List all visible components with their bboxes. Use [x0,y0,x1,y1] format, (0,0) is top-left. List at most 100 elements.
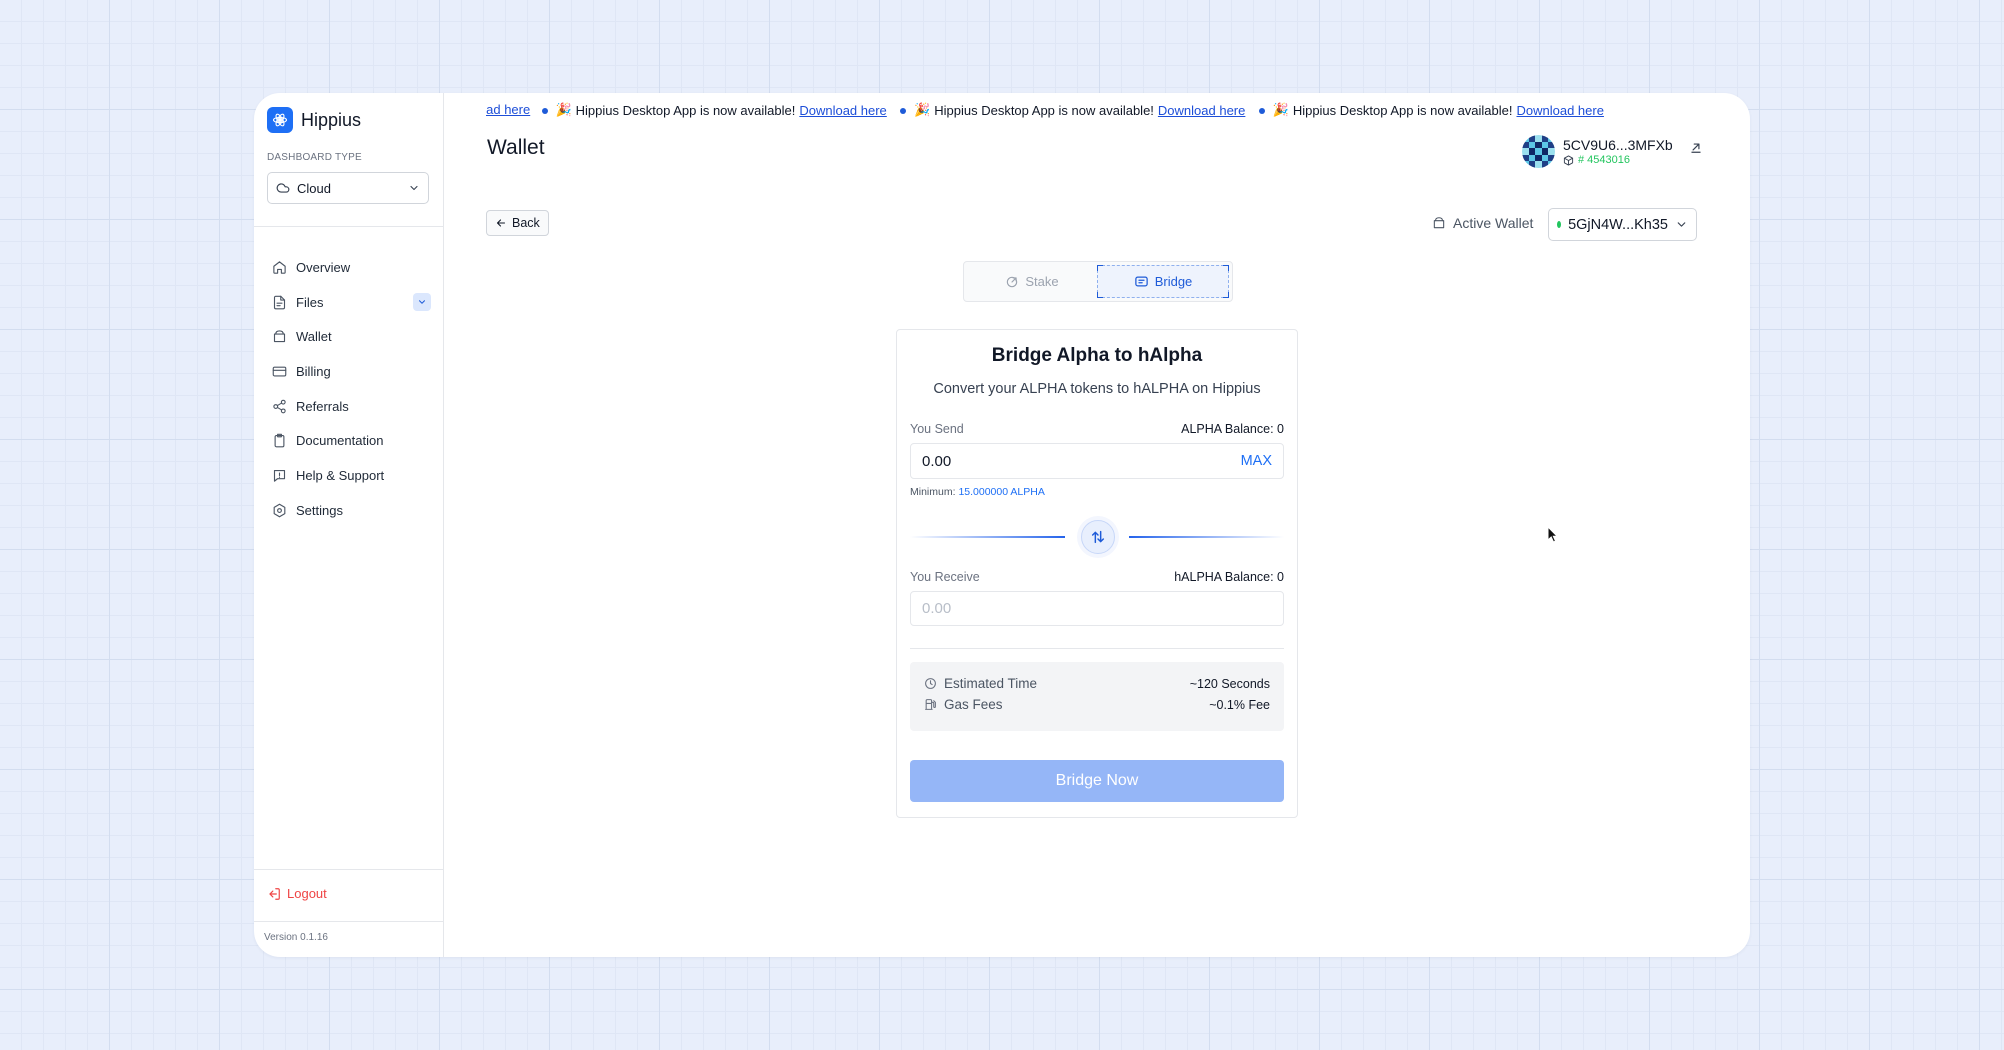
estimated-time-value: ~120 Seconds [1189,676,1270,691]
sidebar-item-documentation[interactable]: Documentation [267,423,431,458]
tab-label: Stake [1025,274,1059,289]
account-address: 5CV9U6...3MFXb [1563,137,1673,153]
dashboard-type-value: Cloud [297,180,331,196]
sidebar-item-settings[interactable]: Settings [267,493,431,528]
alpha-balance: ALPHA Balance: 0 [1181,422,1284,436]
estimated-time-row: Estimated Time ~120 Seconds [924,676,1270,691]
bullet-dot [541,108,548,114]
chevron-down-icon [1675,218,1688,231]
bridge-icon [1134,274,1149,289]
clipboard-icon [270,433,288,448]
sidebar-item-wallet[interactable]: Wallet [267,319,431,354]
active-wallet-value: 5GjN4W...Kh35 [1568,216,1668,233]
sidebar-item-billing[interactable]: Billing [267,354,431,389]
swap-arrows-icon [1090,529,1106,545]
sidebar-item-label: Help & Support [296,467,385,483]
page-title: Wallet [487,136,545,159]
block-number-badge: # 4543016 [1563,154,1673,166]
tab-bridge[interactable]: Bridge [1097,265,1229,298]
sidebar-item-referrals[interactable]: Referrals [267,389,431,424]
sidebar-divider [254,869,444,870]
status-dot [1557,221,1562,228]
bullet-dot [900,108,907,114]
back-button[interactable]: Back [486,210,549,236]
sidebar-nav: Overview Files Wallet Billing Referrals [267,250,431,528]
hippius-logo-icon [267,107,293,133]
banner-message: Hippius Desktop App is now available! [934,102,1154,118]
divider-line [1129,536,1284,538]
max-button[interactable]: MAX [1241,453,1272,469]
banner-segment: 🎉 Hippius Desktop App is now available! … [1273,102,1604,118]
tab-stake[interactable]: Stake [967,265,1097,298]
wallet-icon [1432,216,1446,230]
brand-name: Hippius [301,109,362,130]
download-link[interactable]: load here [486,102,530,117]
active-wallet-text: Active Wallet [1453,215,1534,231]
sidebar-item-label: Overview [296,259,351,275]
dashboard-type-select[interactable]: Cloud [267,172,429,204]
minimum-value: 15.000000 ALPHA [958,486,1045,498]
party-emoji-icon: 🎉 [1272,102,1289,117]
back-label: Back [512,216,540,230]
logout-icon [267,887,281,901]
download-link[interactable]: Download here [799,103,886,118]
banner-message: Hippius Desktop App is now available! [575,102,796,118]
gas-fees-value: ~0.1% Fee [1209,697,1270,712]
receive-amount-placeholder: 0.00 [922,600,952,617]
active-wallet-label: Active Wallet [1432,215,1533,231]
credit-card-icon [270,364,288,379]
sidebar-item-help-support[interactable]: Help & Support [267,458,431,493]
bridge-now-button[interactable]: Bridge Now [910,760,1284,802]
gas-fees-label: Gas Fees [944,697,1003,712]
cloud-icon [276,181,290,195]
sidebar-item-label: Settings [296,502,343,518]
fuel-icon [924,698,937,711]
file-icon [270,295,288,310]
stake-icon [1005,275,1019,289]
card-divider [910,648,1284,649]
download-link[interactable]: Download here [1517,103,1604,118]
party-emoji-icon: 🎉 [914,102,931,117]
brand[interactable]: Hippius [267,107,361,133]
gas-fees-row: Gas Fees ~0.1% Fee [924,697,1270,712]
logout-button[interactable]: Logout [267,886,327,901]
external-link-icon[interactable] [1689,140,1703,159]
bullet-dot [1259,108,1265,114]
announcement-banner: load here 🎉 Hippius Desktop App is now a… [486,102,1706,120]
you-receive-label: You Receive [910,570,980,584]
stake-bridge-tabs: Stake Bridge [963,261,1233,302]
minimum-label: Minimum: [910,486,956,498]
sidebar-item-label: Billing [296,363,331,379]
sidebar: Hippius DASHBOARD TYPE Cloud Overview Fi… [254,93,444,957]
send-amount-value: 0.00 [922,452,952,470]
version-text: Version 0.1.16 [264,932,328,943]
swap-direction-button[interactable] [1081,520,1115,554]
chevron-down-icon [408,182,420,194]
minimum-amount-note: Minimum: 15.000000 ALPHA [910,486,1045,498]
banner-segment: 🎉 Hippius Desktop App is now available! … [914,102,1245,118]
files-expand-chevron-icon[interactable] [413,293,431,312]
receive-amount-field: 0.00 [910,591,1284,626]
bridge-info-box: Estimated Time ~120 Seconds Gas Fees ~0.… [910,662,1284,731]
cube-icon [1563,154,1574,166]
sidebar-item-overview[interactable]: Overview [267,250,431,285]
send-amount-input[interactable]: 0.00 MAX [910,443,1284,479]
halpha-balance: hALPHA Balance: 0 [1174,570,1284,584]
sidebar-item-label: Documentation [296,433,384,449]
download-link[interactable]: Download here [1158,103,1245,118]
sidebar-item-label: Referrals [296,398,349,414]
account-info[interactable]: 5CV9U6...3MFXb # 4543016 [1522,135,1673,168]
home-icon [270,260,288,275]
active-wallet-select[interactable]: 5GjN4W...Kh35 [1548,208,1697,241]
avatar [1522,135,1555,168]
bridge-subtitle: Convert your ALPHA tokens to hALPHA on H… [933,381,1261,397]
help-icon [270,468,288,483]
sidebar-item-label: Files [296,294,324,310]
sidebar-item-files[interactable]: Files [267,285,431,320]
sidebar-item-label: Wallet [296,329,332,345]
you-send-label: You Send [910,422,964,436]
wallet-icon [270,329,288,344]
divider-line [910,536,1065,538]
estimated-time-label: Estimated Time [944,676,1038,691]
main-content: load here 🎉 Hippius Desktop App is now a… [444,93,1750,957]
